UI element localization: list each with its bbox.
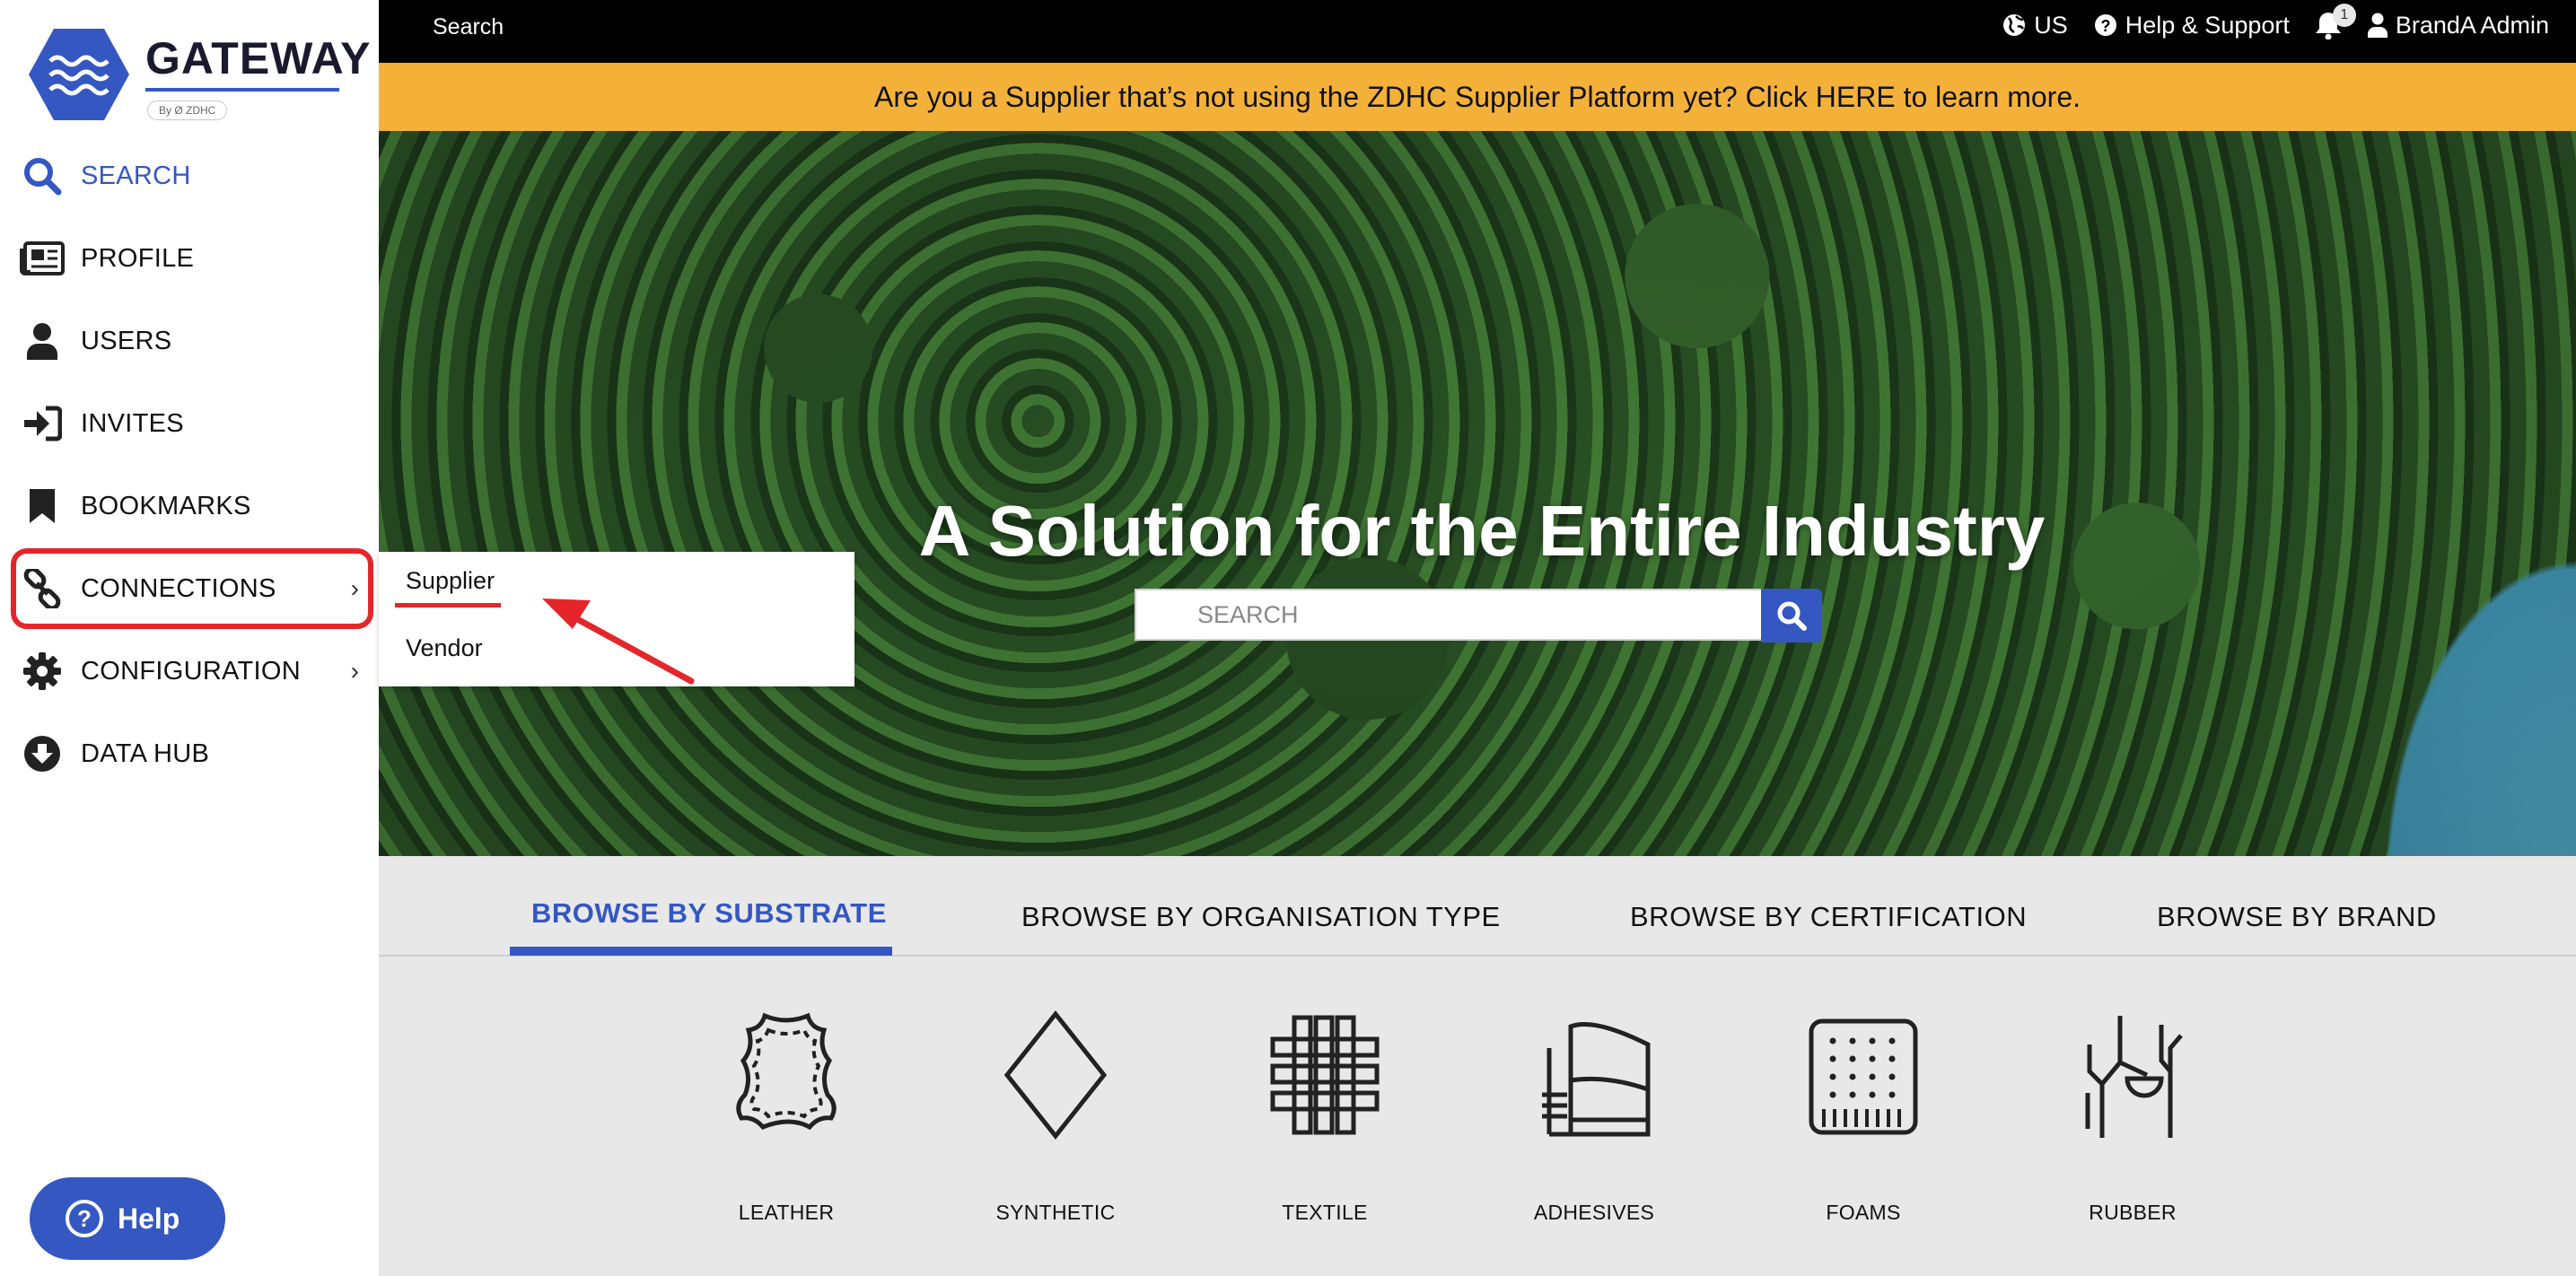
substrate-leather[interactable]: LEATHER bbox=[697, 1009, 876, 1225]
substrate-textile[interactable]: TEXTILE bbox=[1235, 1009, 1415, 1225]
search-icon bbox=[1777, 601, 1807, 631]
sidebar-item-data-hub[interactable]: DATA HUB bbox=[0, 712, 379, 795]
sidebar-nav: SEARCH PROFILE USERS INVITES BOOKMARKS C… bbox=[0, 135, 379, 795]
sidebar-item-configuration[interactable]: CONFIGURATION › bbox=[0, 630, 379, 712]
submenu-item-vendor[interactable]: Vendor bbox=[406, 634, 483, 662]
help-label: Help bbox=[118, 1202, 180, 1235]
sidebar: GATEWAY By Ø ZDHC SEARCH PROFILE USERS I… bbox=[0, 0, 379, 1276]
logo-rule bbox=[145, 88, 339, 92]
sidebar-item-search[interactable]: SEARCH bbox=[0, 135, 379, 217]
topbar-right: US ? Help & Support 1 BrandA Admin bbox=[2002, 4, 2549, 39]
sidebar-item-label: BOOKMARKS bbox=[81, 491, 251, 520]
banner-text: Are you a Supplier that’s not using the … bbox=[874, 80, 2081, 113]
diamond-icon bbox=[1003, 1009, 1108, 1141]
download-circle-icon bbox=[20, 731, 65, 776]
browse-tabs: BROWSE BY SUBSTRATE BROWSE BY ORGANISATI… bbox=[379, 856, 2576, 957]
substrate-adhesives[interactable]: ADHESIVES bbox=[1504, 1009, 1684, 1225]
tab-browse-organisation-type[interactable]: BROWSE BY ORGANISATION TYPE bbox=[1021, 901, 1501, 933]
sidebar-item-label: PROFILE bbox=[81, 243, 195, 273]
tab-browse-brand[interactable]: BROWSE BY BRAND bbox=[2157, 901, 2437, 933]
sidebar-item-users[interactable]: USERS bbox=[0, 300, 379, 382]
region-selector[interactable]: US bbox=[2002, 12, 2068, 39]
region-label: US bbox=[2034, 11, 2068, 39]
user-name: BrandA Admin bbox=[2395, 11, 2549, 39]
top-bar: Search US ? Help & Support 1 BrandA Admi… bbox=[379, 0, 2576, 63]
weave-icon bbox=[1270, 1015, 1380, 1135]
user-icon bbox=[20, 319, 65, 363]
sidebar-item-profile[interactable]: PROFILE bbox=[0, 217, 379, 300]
help-support-link[interactable]: ? Help & Support bbox=[2093, 12, 2290, 39]
hero-search-input[interactable]: SEARCH bbox=[1135, 589, 1763, 641]
tab-browse-certification[interactable]: BROWSE BY CERTIFICATION bbox=[1630, 901, 2027, 933]
chevron-right-icon: › bbox=[350, 657, 359, 685]
notification-badge: 1 bbox=[2332, 4, 2356, 27]
question-circle-icon: ? bbox=[66, 1200, 103, 1237]
gateway-logo[interactable]: GATEWAY By Ø ZDHC bbox=[27, 25, 370, 124]
gear-icon bbox=[20, 649, 65, 694]
substrate-label: SYNTHETIC bbox=[995, 1201, 1116, 1224]
submenu-item-supplier[interactable]: Supplier bbox=[406, 567, 495, 595]
connections-submenu: Supplier Vendor bbox=[379, 552, 854, 686]
substrate-synthetic[interactable]: SYNTHETIC bbox=[966, 1009, 1145, 1225]
substrate-label: TEXTILE bbox=[1282, 1201, 1368, 1224]
globe-icon bbox=[2003, 14, 2026, 36]
active-tab-indicator bbox=[510, 947, 892, 956]
supplier-platform-banner[interactable]: Are you a Supplier that’s not using the … bbox=[379, 63, 2576, 131]
sidebar-item-label: DATA HUB bbox=[81, 739, 210, 768]
notifications-button[interactable]: 1 bbox=[2315, 4, 2356, 39]
arrow-annotation-icon bbox=[542, 599, 695, 685]
sidebar-item-label: SEARCH bbox=[81, 161, 191, 190]
substrate-rubber[interactable]: RUBBER bbox=[2043, 1009, 2222, 1225]
logo-tagline: By Ø ZDHC bbox=[147, 101, 228, 120]
leather-hide-icon bbox=[736, 1012, 837, 1131]
sidebar-item-connections[interactable]: CONNECTIONS › bbox=[0, 547, 379, 630]
newspaper-icon bbox=[20, 236, 65, 281]
topbar-search-link[interactable]: Search bbox=[433, 14, 504, 40]
question-circle-icon: ? bbox=[2094, 14, 2116, 36]
hero-section: A Solution for the Entire Industry SEARC… bbox=[379, 131, 2576, 856]
substrate-label: FOAMS bbox=[1826, 1201, 1901, 1224]
substrate-foams[interactable]: FOAMS bbox=[1774, 1009, 1953, 1225]
user-icon bbox=[2367, 13, 2388, 38]
substrate-label: ADHESIVES bbox=[1533, 1201, 1655, 1224]
sidebar-item-invites[interactable]: INVITES bbox=[0, 382, 379, 465]
user-menu[interactable]: BrandA Admin bbox=[2367, 12, 2549, 39]
logo-wordmark: GATEWAY bbox=[145, 33, 372, 83]
search-icon bbox=[20, 153, 65, 198]
supplier-underline-annotation bbox=[395, 603, 501, 607]
substrate-label: RUBBER bbox=[2089, 1201, 2177, 1224]
foam-block-icon bbox=[1809, 1018, 1918, 1135]
sidebar-item-label: USERS bbox=[81, 326, 172, 355]
rubber-tree-icon bbox=[2085, 1016, 2183, 1138]
link-icon bbox=[20, 566, 65, 611]
bookmark-icon bbox=[20, 484, 65, 529]
substrate-label: LEATHER bbox=[738, 1201, 835, 1224]
sidebar-item-label: CONNECTIONS bbox=[81, 573, 276, 603]
svg-text:?: ? bbox=[2100, 17, 2110, 35]
tab-browse-substrate[interactable]: BROWSE BY SUBSTRATE bbox=[531, 897, 887, 930]
sidebar-item-label: CONFIGURATION bbox=[81, 656, 302, 686]
logo-hexagon-icon bbox=[29, 29, 129, 120]
sign-in-icon bbox=[20, 401, 65, 446]
help-button[interactable]: ? Help bbox=[30, 1177, 225, 1260]
sidebar-item-bookmarks[interactable]: BOOKMARKS bbox=[0, 465, 379, 547]
adhesive-layers-icon bbox=[1542, 1022, 1651, 1137]
sidebar-item-label: INVITES bbox=[81, 408, 184, 438]
chevron-right-icon: › bbox=[350, 574, 359, 602]
help-support-label: Help & Support bbox=[2125, 11, 2290, 39]
browse-section: BROWSE BY SUBSTRATE BROWSE BY ORGANISATI… bbox=[379, 856, 2576, 1276]
hero-search-button[interactable] bbox=[1761, 589, 1822, 642]
